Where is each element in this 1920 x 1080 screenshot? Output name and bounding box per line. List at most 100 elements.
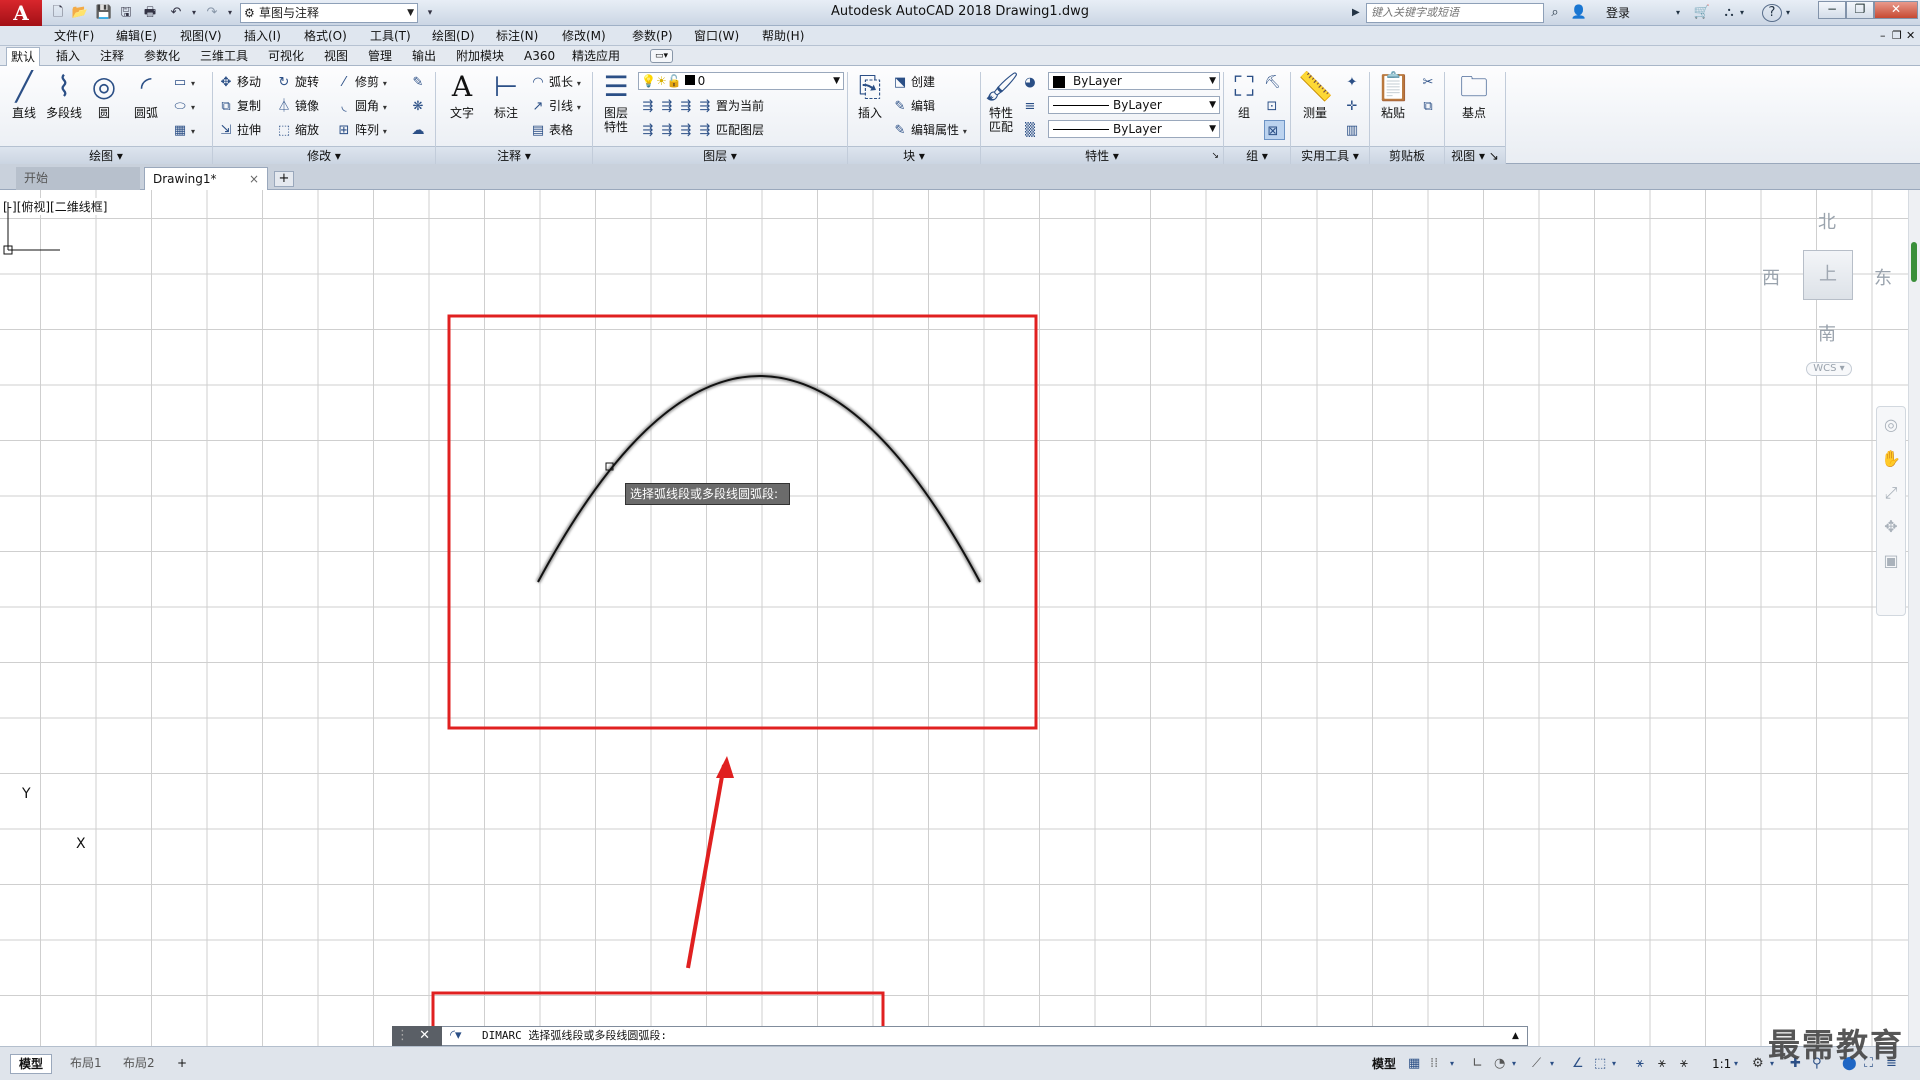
erase-icon[interactable]: ✎ [410,72,429,92]
binoculars-icon[interactable]: ⌕ [1546,3,1564,23]
menu-draw[interactable]: 绘图(D) [432,26,475,46]
ortho-icon[interactable]: ∟ [1472,1055,1483,1073]
tab-3d-tools[interactable]: 三维工具 [196,47,252,66]
measure-button[interactable]: 📏 测量 [1294,70,1336,120]
arc-button[interactable]: ◜ 圆弧 [124,70,168,120]
viewcube-west[interactable]: 西 [1762,264,1780,290]
panel-annotation-title[interactable]: 注释 ▾ [436,146,592,164]
insert-block-button[interactable]: ⎘ 插入 [850,70,890,120]
viewcube-east[interactable]: 东 [1874,264,1892,290]
add-layout-button[interactable]: + [172,1054,192,1074]
login-button[interactable]: 登录 [1606,3,1630,23]
hatch-icon[interactable]: ▦ ▾ [172,120,195,140]
tab-view[interactable]: 视图 [320,47,352,66]
match-properties-button[interactable]: 🖌 特性 匹配 [982,70,1020,134]
menu-modify[interactable]: 修改(M) [562,26,606,46]
menu-file[interactable]: 文件(F) [54,26,94,46]
undo-dropdown-icon[interactable]: ▾ [184,3,204,23]
layer-tools-row2[interactable]: ⇶ ⇶ ⇶ ⇶ 匹配图层 [640,120,764,140]
lineweight-icon[interactable]: ≡ [1022,96,1041,116]
close-button[interactable]: ✕ [1874,1,1918,19]
menu-format[interactable]: 格式(O) [304,26,347,46]
annotation-visibility-icon[interactable]: ⚹ [1636,1055,1644,1073]
trim-button[interactable]: ⁄ 修剪 ▾ [336,72,387,92]
close-icon[interactable]: ✕ [419,1028,430,1043]
scrollbar-thumb[interactable] [1911,242,1917,282]
polar-dropdown-icon[interactable]: ▾ [1512,1055,1516,1073]
polar-icon[interactable]: ◔ [1494,1055,1505,1073]
edit-block-button[interactable]: ✎ 编辑 [892,96,935,116]
tab-visualize[interactable]: 可视化 [264,47,308,66]
cart-icon[interactable]: 🛒 [1692,3,1712,23]
open-file-icon[interactable]: 📂 [70,3,90,23]
new-file-icon[interactable]: 🗋 [48,3,68,23]
layer-properties-button[interactable]: ☰ 图层 特性 [596,70,636,134]
snap-icon[interactable]: ⁞⁞ [1430,1055,1438,1073]
doc-close-icon[interactable]: ✕ [1906,26,1915,46]
stretch-button[interactable]: ⇲ 拉伸 [218,120,261,140]
cut-icon[interactable]: ✂ [1420,72,1439,92]
group-select-toggle-icon[interactable]: ⊠ [1264,120,1285,140]
login-dropdown-icon[interactable]: ▾ [1676,3,1680,23]
doc-minimize-icon[interactable]: – [1880,26,1886,46]
panel-properties-title[interactable]: 特性 ▾ ↘ [981,146,1223,164]
explode-icon[interactable]: ❋ [410,96,429,116]
layout-tab-layout1[interactable]: 布局1 [62,1054,110,1074]
layout-tab-layout2[interactable]: 布局2 [115,1054,163,1074]
a360-icon[interactable]: ⛬ [1718,3,1740,23]
object-snap-tracking-icon[interactable]: ∠ [1572,1055,1584,1073]
save-icon[interactable]: 💾 [94,3,114,23]
tab-a360[interactable]: A360 [520,47,559,66]
viewcube-south[interactable]: 南 [1818,320,1836,346]
scale-dropdown-icon[interactable]: ▾ [1734,1055,1738,1073]
fillet-button[interactable]: ◟ 圆角 ▾ [336,96,386,116]
menu-tools[interactable]: 工具(T) [370,26,411,46]
workspace-gear-icon[interactable]: ⚙ [1752,1055,1764,1073]
grid-icon[interactable]: ▦ [1408,1055,1420,1073]
wcs-menu-button[interactable]: WCS ▾ [1806,362,1852,376]
annotation-scale-value[interactable]: 1:1 [1712,1055,1731,1073]
help-icon[interactable]: ? [1762,4,1782,22]
layout-tab-model[interactable]: 模型 [10,1054,53,1074]
tab-start[interactable]: 开始 [16,167,140,190]
isodraft-dropdown-icon[interactable]: ▾ [1550,1055,1554,1073]
search-input[interactable]: 键入关键字或短语 [1366,3,1544,23]
text-button[interactable]: A 文字 [440,70,484,120]
base-point-button[interactable]: 🗀 基点 [1452,70,1496,120]
viewcube-north[interactable]: 北 [1818,208,1836,234]
group-button[interactable]: ⛶ 组 [1226,70,1262,120]
panel-layers-title[interactable]: 图层 ▾ [593,146,847,164]
group-edit-icon[interactable]: ⊡ [1264,96,1283,116]
array-button[interactable]: ⊞ 阵列 ▾ [336,120,387,140]
edit-attributes-button[interactable]: ✎ 编辑属性 ▾ [892,120,967,140]
model-space-toggle[interactable]: 模型 [1372,1055,1396,1073]
menu-insert[interactable]: 插入(I) [244,26,281,46]
zoom-extents-icon[interactable]: ⤢ [1877,483,1905,503]
menu-parametric[interactable]: 参数(P) [632,26,673,46]
workspace-select[interactable]: ⚙ 草图与注释 ▼ [240,3,418,23]
panel-modify-title[interactable]: 修改 ▾ [213,146,435,164]
quick-select-icon[interactable]: ✦ [1344,72,1363,92]
close-icon[interactable]: × [249,168,259,190]
paste-button[interactable]: 📋 粘贴 [1372,70,1414,120]
tab-parametric[interactable]: 参数化 [140,47,184,66]
panel-view-title[interactable]: 视图 ▾ ↘ [1445,146,1505,164]
tab-home[interactable]: 默认 [6,47,41,66]
help-dropdown-icon[interactable]: ▾ [1786,3,1790,23]
polyline-button[interactable]: ⌇ 多段线 [42,70,86,120]
application-menu-button[interactable]: A [0,0,42,26]
menu-edit[interactable]: 编辑(E) [116,26,157,46]
isodraft-icon[interactable]: ⟋ [1532,1055,1541,1073]
ribbon-minimize-icon[interactable]: ▭▾ [650,49,674,63]
layer-select[interactable]: 💡☀🔓 0 ▼ [638,72,844,90]
panel-clipboard-title[interactable]: 剪贴板 [1370,146,1444,164]
orbit-icon[interactable]: ✥ [1877,517,1905,536]
rectangle-icon[interactable]: ▭ ▾ [172,72,195,92]
ellipse-icon[interactable]: ⬭ ▾ [172,96,195,116]
tab-output[interactable]: 输出 [408,47,440,66]
point-id-icon[interactable]: ✛ [1344,96,1363,116]
tab-addins[interactable]: 附加模块 [452,47,508,66]
menu-dimension[interactable]: 标注(N) [496,26,538,46]
panel-groups-title[interactable]: 组 ▾ [1224,146,1290,164]
panel-utilities-title[interactable]: 实用工具 ▾ [1291,146,1369,164]
